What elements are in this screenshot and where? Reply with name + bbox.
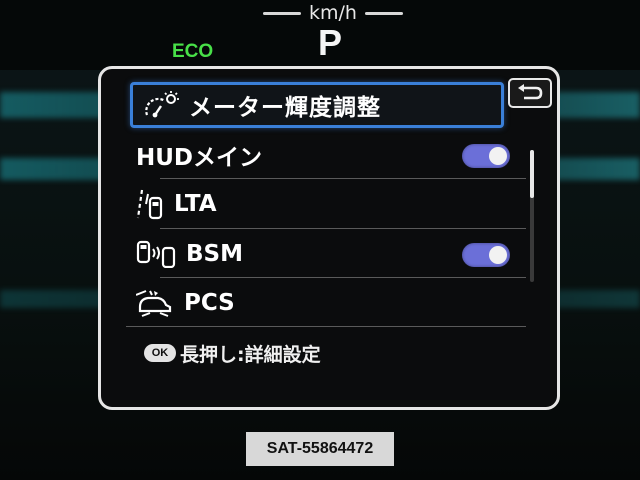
menu-item-pcs[interactable]: PCS	[136, 279, 516, 327]
row-divider	[160, 277, 526, 278]
menu-item-hud-main[interactable]: HUDメイン	[136, 131, 516, 179]
menu-title: メーター輝度調整	[189, 95, 381, 121]
menu-item-bsm[interactable]: BSM	[136, 230, 516, 278]
toggle-knob	[489, 246, 507, 264]
gauge-brightness-icon	[143, 91, 179, 119]
toggle-knob	[489, 147, 507, 165]
menu-title-row[interactable]: メーター輝度調整	[130, 82, 504, 128]
return-arrow-icon	[516, 84, 544, 102]
row-divider	[126, 326, 526, 327]
hint-text: 長押し:詳細設定	[180, 343, 321, 366]
menu-item-label: HUDメイン	[136, 145, 263, 171]
hud-main-toggle[interactable]	[462, 144, 510, 168]
menu-item-lta[interactable]: LTA	[136, 180, 516, 228]
speed-unit-dash-left	[263, 11, 302, 15]
ok-button-icon: OK	[144, 344, 176, 362]
speed-unit-label: km/h	[309, 2, 357, 24]
menu-item-label: PCS	[184, 290, 235, 316]
watermark-label: SAT-55864472	[246, 432, 394, 466]
pre-collision-system-icon	[136, 289, 174, 317]
speed-unit-dash-right	[364, 11, 403, 15]
row-divider	[160, 178, 526, 179]
bsm-toggle[interactable]	[462, 243, 510, 267]
menu-item-label: LTA	[174, 191, 217, 217]
long-press-hint: OK 長押し:詳細設定	[144, 340, 321, 366]
blind-spot-monitor-icon	[136, 240, 176, 268]
eco-mode-indicator: ECO	[172, 41, 214, 62]
menu-item-label: BSM	[186, 241, 243, 267]
back-button[interactable]	[508, 78, 552, 108]
gear-indicator: P	[318, 22, 343, 63]
row-divider	[160, 228, 526, 229]
speed-unit-indicator: km/h	[258, 2, 408, 24]
scroll-thumb[interactable]	[530, 150, 534, 198]
lane-trace-assist-icon	[136, 188, 164, 220]
